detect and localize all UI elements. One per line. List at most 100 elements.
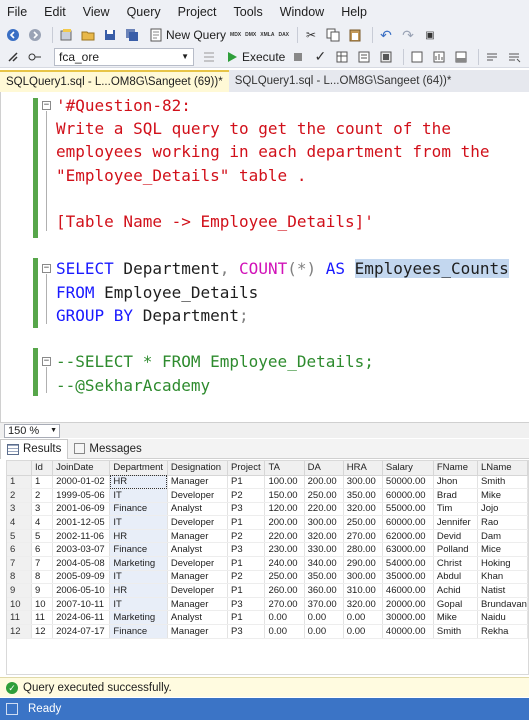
collapse-toggle[interactable]: − bbox=[42, 101, 51, 110]
row-number-cell[interactable]: 6 bbox=[7, 542, 33, 558]
table-cell[interactable]: Finance bbox=[109, 502, 168, 517]
table-cell[interactable]: 320.00 bbox=[343, 502, 383, 517]
table-cell[interactable]: Rao bbox=[477, 515, 528, 530]
collapse-toggle[interactable]: − bbox=[42, 264, 51, 273]
table-cell[interactable]: Smith bbox=[433, 624, 478, 639]
table-cell[interactable]: Developer bbox=[167, 556, 229, 571]
table-cell[interactable]: 2024-07-17 bbox=[52, 624, 111, 639]
table-cell[interactable]: Manager bbox=[167, 570, 229, 585]
results-to-text-icon[interactable] bbox=[355, 48, 373, 66]
column-header[interactable]: HRA bbox=[343, 461, 383, 476]
change-connection-icon[interactable] bbox=[26, 48, 44, 66]
table-cell[interactable]: 220.00 bbox=[264, 529, 305, 544]
table-cell[interactable]: 55000.00 bbox=[382, 502, 434, 517]
table-cell[interactable]: 300.00 bbox=[343, 475, 383, 490]
table-cell[interactable]: 280.00 bbox=[343, 542, 383, 558]
table-cell[interactable]: Analyst bbox=[167, 502, 229, 517]
mdx-query-button[interactable]: MDX bbox=[230, 32, 241, 38]
table-row[interactable]: 9 9 2006-05-10 HR Developer P1 260.00 360.00 310… bbox=[7, 583, 528, 598]
table-cell[interactable]: Polland bbox=[433, 542, 478, 558]
table-cell[interactable]: Marketing bbox=[109, 556, 168, 571]
table-cell[interactable]: 220.00 bbox=[304, 502, 344, 517]
table-cell[interactable]: 370.00 bbox=[304, 597, 344, 612]
table-cell[interactable]: 6 bbox=[31, 542, 54, 558]
table-cell[interactable]: 290.00 bbox=[343, 556, 383, 571]
table-cell[interactable]: Developer bbox=[167, 515, 229, 530]
row-number-header[interactable] bbox=[7, 461, 33, 476]
table-cell[interactable]: Tim bbox=[433, 502, 478, 517]
tab-sqlquery1-64[interactable]: SQLQuery1.sql - L...OM8G\Sangeet (64))* bbox=[228, 70, 458, 92]
menu-tools[interactable]: Tools bbox=[225, 0, 271, 24]
table-cell[interactable]: 2024-06-11 bbox=[52, 610, 111, 626]
parse-check-icon[interactable]: ✓ bbox=[311, 48, 329, 66]
forward-icon[interactable] bbox=[26, 26, 44, 44]
save-all-icon[interactable] bbox=[123, 26, 141, 44]
table-cell[interactable]: 230.00 bbox=[264, 542, 305, 558]
table-cell[interactable]: 300.00 bbox=[343, 570, 383, 585]
table-cell[interactable]: 30000.00 bbox=[382, 610, 434, 626]
table-cell[interactable]: P1 bbox=[227, 556, 266, 571]
table-cell[interactable]: 2001-12-05 bbox=[52, 515, 111, 530]
table-cell[interactable]: 9 bbox=[31, 583, 54, 598]
table-cell[interactable]: P1 bbox=[227, 583, 266, 598]
table-cell[interactable]: 10 bbox=[31, 597, 54, 612]
table-cell[interactable]: P3 bbox=[227, 597, 266, 612]
table-cell[interactable]: Brundavan bbox=[477, 597, 528, 612]
table-cell[interactable]: Hoking bbox=[477, 556, 528, 571]
row-number-cell[interactable]: 2 bbox=[7, 488, 33, 503]
sql-editor[interactable]: − − − '#Question-82: Write a SQL query t… bbox=[0, 92, 529, 422]
table-cell[interactable]: IT bbox=[109, 515, 168, 530]
copy-icon[interactable] bbox=[324, 26, 342, 44]
table-cell[interactable]: 50000.00 bbox=[382, 475, 434, 490]
table-cell[interactable]: 330.00 bbox=[304, 542, 344, 558]
table-cell[interactable]: IT bbox=[109, 488, 168, 503]
menu-window[interactable]: Window bbox=[271, 0, 332, 24]
table-cell[interactable]: 270.00 bbox=[264, 597, 305, 612]
table-cell[interactable]: 2005-09-09 bbox=[52, 570, 111, 585]
table-cell[interactable]: 0.00 bbox=[343, 624, 383, 639]
table-cell[interactable]: P1 bbox=[227, 610, 266, 626]
table-cell[interactable]: P3 bbox=[227, 624, 266, 639]
table-cell[interactable]: Developer bbox=[167, 583, 229, 598]
table-cell[interactable]: Finance bbox=[109, 624, 168, 639]
execute-button[interactable]: Execute bbox=[222, 48, 289, 66]
table-cell[interactable]: Finance bbox=[109, 542, 168, 558]
column-header[interactable]: Department bbox=[109, 461, 168, 476]
menu-view[interactable]: View bbox=[74, 0, 118, 24]
table-cell[interactable]: 0.00 bbox=[304, 610, 344, 626]
table-row[interactable]: 6 6 2003-03-07 Finance Analyst P3 230.00 330.00… bbox=[7, 542, 528, 558]
table-cell[interactable]: Gopal bbox=[433, 597, 478, 612]
table-cell[interactable]: Marketing bbox=[109, 610, 168, 626]
row-number-cell[interactable]: 11 bbox=[7, 610, 33, 626]
table-cell[interactable]: 4 bbox=[31, 515, 54, 530]
table-cell[interactable]: Manager bbox=[167, 624, 229, 639]
table-cell[interactable]: 2000-01-02 bbox=[52, 475, 111, 490]
table-cell[interactable]: 63000.00 bbox=[382, 542, 434, 558]
table-cell[interactable]: 2001-06-09 bbox=[52, 502, 111, 517]
table-cell[interactable]: Smith bbox=[477, 475, 528, 490]
table-cell[interactable]: HR bbox=[109, 475, 168, 490]
table-cell[interactable]: 8 bbox=[31, 570, 54, 585]
table-cell[interactable]: Dam bbox=[477, 529, 528, 544]
row-number-cell[interactable]: 9 bbox=[7, 583, 33, 598]
table-cell[interactable]: P2 bbox=[227, 488, 266, 503]
table-row[interactable]: 11 11 2024-06-11 Marketing Analyst P1 0.00 0.00… bbox=[7, 610, 528, 626]
paste-icon[interactable] bbox=[346, 26, 364, 44]
table-cell[interactable]: Developer bbox=[167, 488, 229, 503]
menu-help[interactable]: Help bbox=[332, 0, 375, 24]
cut-icon[interactable]: ✂ bbox=[302, 26, 320, 44]
table-cell[interactable]: Jojo bbox=[477, 502, 528, 517]
table-cell[interactable]: IT bbox=[109, 570, 168, 585]
table-cell[interactable]: Manager bbox=[167, 475, 229, 490]
display-plan-icon[interactable] bbox=[377, 48, 395, 66]
table-cell[interactable]: 60000.00 bbox=[382, 488, 434, 503]
database-select[interactable]: fca_ore ▼ bbox=[54, 47, 194, 66]
table-cell[interactable]: Rekha bbox=[477, 624, 528, 639]
table-cell[interactable]: 0.00 bbox=[264, 624, 305, 639]
table-cell[interactable]: P1 bbox=[227, 475, 266, 490]
table-cell[interactable]: 11 bbox=[31, 610, 54, 626]
table-cell[interactable]: 54000.00 bbox=[382, 556, 434, 571]
table-cell[interactable]: Analyst bbox=[167, 542, 229, 558]
table-cell[interactable]: 300.00 bbox=[304, 515, 344, 530]
table-cell[interactable]: P2 bbox=[227, 570, 266, 585]
